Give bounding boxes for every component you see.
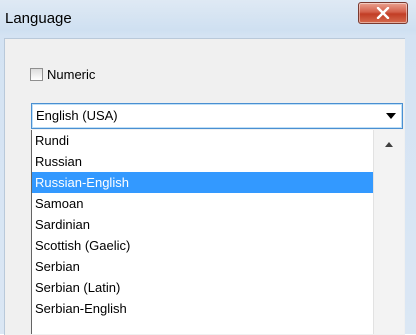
language-dropdown-list: Rundi Russian Russian-English Samoan Sar… [31,130,373,334]
numeric-checkbox-label[interactable]: Numeric [47,67,95,82]
list-item[interactable]: Samoan [32,193,373,214]
dropdown-scrollbar[interactable] [373,130,404,334]
list-item[interactable]: Russian [32,151,373,172]
list-item[interactable]: Serbian (Latin) [32,277,373,298]
dialog-title: Language [5,10,72,27]
list-item[interactable]: Scottish (Gaelic) [32,235,373,256]
list-item[interactable]: Serbian-English [32,298,373,319]
language-dialog: Language Numeric English (USA) Rundi Rus… [0,0,416,335]
close-button[interactable] [358,2,408,24]
numeric-checkbox[interactable] [30,68,43,81]
language-combobox[interactable]: English (USA) [31,103,403,129]
language-combobox-value: English (USA) [36,108,118,123]
scroll-up-icon[interactable] [385,142,393,147]
chevron-down-icon[interactable] [386,113,396,119]
list-item-selected[interactable]: Russian-English [32,172,373,193]
list-item[interactable]: Sardinian [32,214,373,235]
list-item[interactable]: Serbian [32,256,373,277]
numeric-checkbox-row[interactable]: Numeric [30,67,95,82]
list-item[interactable]: Rundi [32,130,373,151]
close-icon [376,7,390,19]
